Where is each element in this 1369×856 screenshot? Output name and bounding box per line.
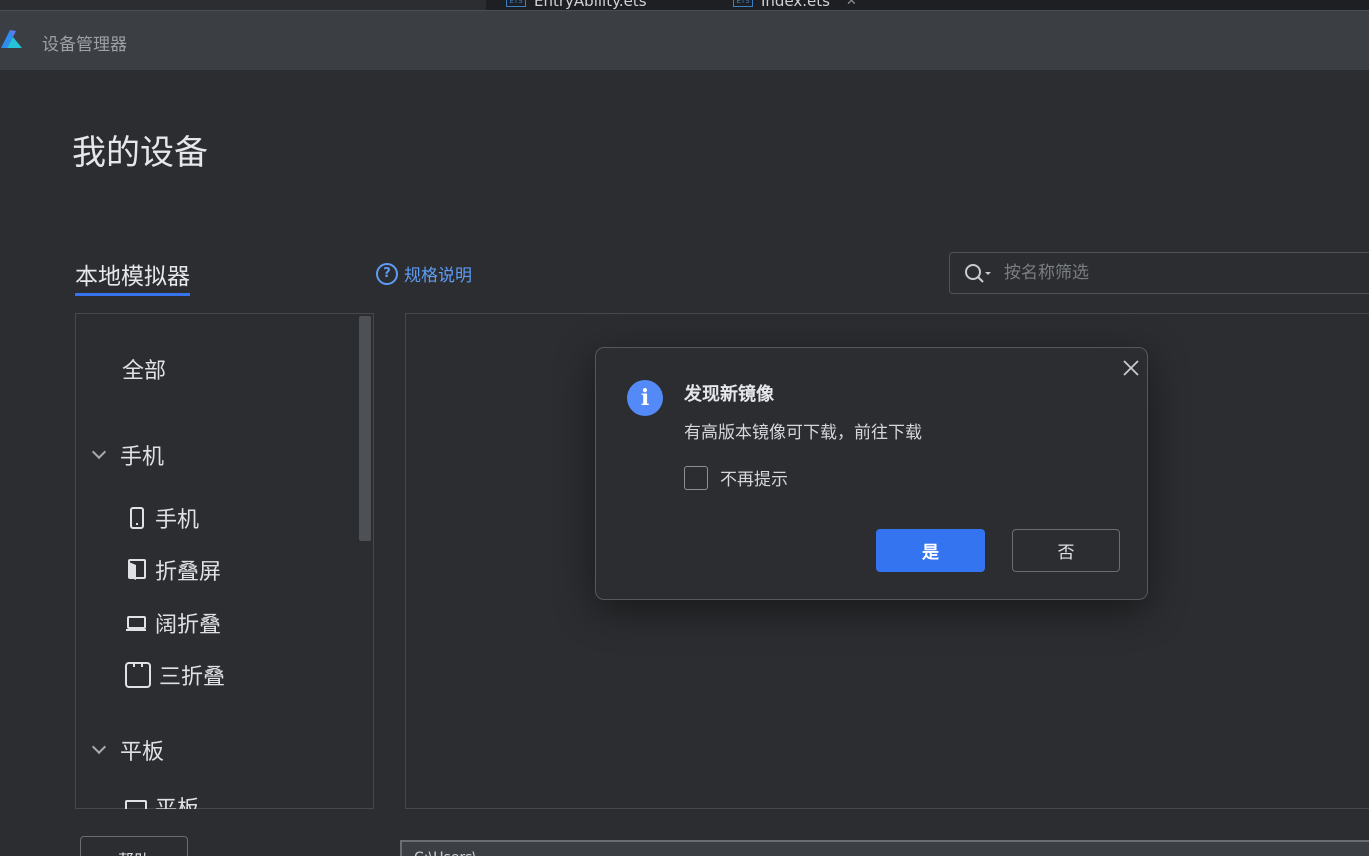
search-icon[interactable] xyxy=(964,263,992,285)
dont-show-again-checkbox[interactable] xyxy=(684,465,708,490)
foldable-icon xyxy=(128,559,146,580)
category-group-label: 手机 xyxy=(120,445,165,470)
category-item-label: 阔折叠 xyxy=(155,613,222,638)
dont-show-again-label: 不再提示 xyxy=(720,470,788,490)
phone-icon xyxy=(130,507,144,529)
dont-show-again-row[interactable]: 不再提示 xyxy=(684,465,788,490)
category-group-tablet[interactable]: 平板 xyxy=(91,734,165,766)
yes-button[interactable]: 是 xyxy=(876,529,985,572)
category-item-label: 三折叠 xyxy=(159,665,226,690)
tablet-icon xyxy=(125,800,147,809)
category-item-tablet[interactable]: 平板 xyxy=(125,795,199,809)
tri-fold-icon xyxy=(125,662,151,688)
close-icon[interactable] xyxy=(1122,359,1140,377)
category-item-foldable[interactable]: 折叠屏 xyxy=(127,554,221,586)
search-box[interactable] xyxy=(949,252,1369,294)
ide-tab-index[interactable]: ETS Index.ets ✕ xyxy=(733,0,857,10)
app-logo-icon xyxy=(1,30,22,48)
window-title: 设备管理器 xyxy=(42,35,127,55)
category-scrollbar[interactable] xyxy=(359,316,371,541)
help-circle-icon: ? xyxy=(376,262,398,285)
ide-tab-label: Index.ets xyxy=(761,0,830,10)
info-icon: i xyxy=(627,380,663,416)
category-item-tri-fold[interactable]: 三折叠 xyxy=(125,659,225,691)
spec-link[interactable]: ? 规格说明 xyxy=(376,261,472,286)
ide-tab-entryability[interactable]: ETS EntryAbility.ets xyxy=(506,0,647,10)
category-item-phone[interactable]: 手机 xyxy=(127,502,199,534)
category-item-wide-fold[interactable]: 阔折叠 xyxy=(125,607,221,639)
chevron-down-icon xyxy=(91,444,107,460)
close-tab-icon[interactable]: ✕ xyxy=(846,0,857,9)
ets-file-icon: ETS xyxy=(506,0,526,7)
ide-tab-label: EntryAbility.ets xyxy=(534,0,647,10)
category-item-label: 平板 xyxy=(155,795,199,809)
category-group-phone[interactable]: 手机 xyxy=(91,439,165,471)
category-item-label: 手机 xyxy=(155,508,200,533)
no-button[interactable]: 否 xyxy=(1012,529,1120,572)
path-field[interactable]: C:\Users\... xyxy=(400,840,1369,856)
category-item-label: 折叠屏 xyxy=(155,560,222,585)
ide-tab-strip: ETS EntryAbility.ets ETS Index.ets ✕ xyxy=(0,0,1369,10)
title-bar: 设备管理器 xyxy=(0,10,1369,70)
spec-link-label: 规格说明 xyxy=(404,266,472,286)
dialog-title: 发现新镜像 xyxy=(684,384,774,405)
wide-fold-icon xyxy=(126,616,146,631)
chevron-down-icon xyxy=(91,739,107,755)
category-all-label: 全部 xyxy=(122,359,167,384)
search-input[interactable] xyxy=(1004,261,1364,285)
category-all[interactable]: 全部 xyxy=(122,353,166,385)
help-button[interactable]: 帮助 xyxy=(80,836,188,856)
ets-file-icon: ETS xyxy=(733,0,753,7)
tab-local-emulator[interactable]: 本地模拟器 xyxy=(75,257,190,296)
new-image-dialog: i 发现新镜像 有高版本镜像可下载，前往下载 不再提示 是 否 xyxy=(595,347,1148,600)
category-group-label: 平板 xyxy=(120,740,165,765)
bottom-link[interactable]: ... xyxy=(243,850,255,856)
page-title: 我的设备 xyxy=(72,133,208,173)
dialog-message: 有高版本镜像可下载，前往下载 xyxy=(684,423,922,443)
